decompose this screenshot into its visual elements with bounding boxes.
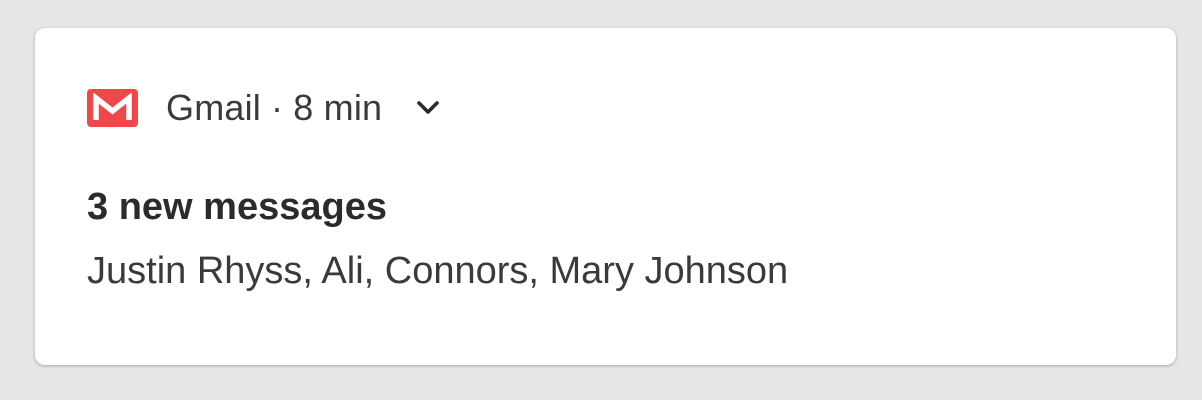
- notification-header: Gmail · 8 min: [87, 87, 442, 129]
- meta-separator: ·: [271, 87, 284, 128]
- gmail-icon: [87, 89, 138, 127]
- notification-time: 8 min: [293, 87, 383, 128]
- notification-senders: Justin Rhyss, Ali, Connors, Mary Johnson: [87, 250, 789, 292]
- notification-meta: Gmail · 8 min: [166, 87, 382, 129]
- notification-title: 3 new messages: [87, 186, 387, 228]
- notification-card[interactable]: Gmail · 8 min 3 new messages Justin Rhyss,…: [35, 28, 1176, 365]
- app-name: Gmail: [166, 87, 262, 128]
- chevron-down-icon[interactable]: [414, 94, 442, 122]
